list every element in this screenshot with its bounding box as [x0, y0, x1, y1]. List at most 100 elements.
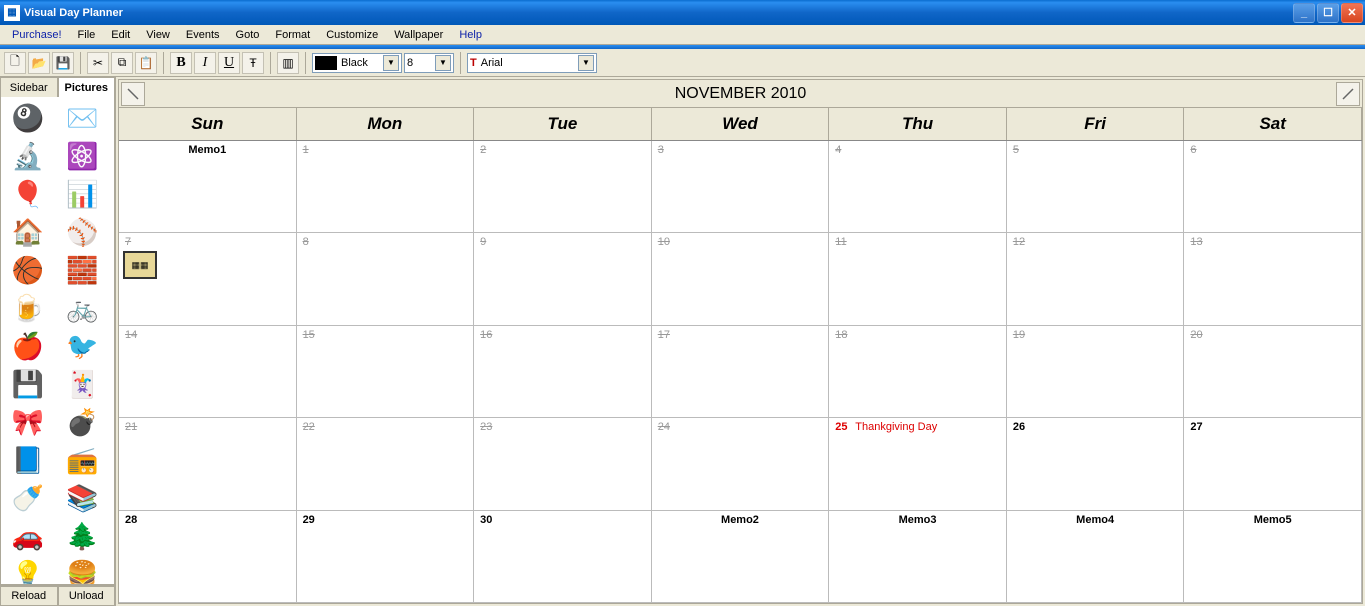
day-cell[interactable]: 11 [829, 233, 1007, 325]
day-cell[interactable]: Memo5 [1184, 511, 1362, 603]
unload-button[interactable]: Unload [58, 586, 116, 606]
underline-button[interactable]: U [218, 52, 240, 74]
clipart-item[interactable]: ⚛️ [60, 139, 106, 173]
day-cell[interactable]: 22 [297, 418, 475, 510]
clipart-item[interactable]: 🍎 [5, 329, 51, 363]
day-cell[interactable]: 3 [652, 141, 830, 233]
clipart-item[interactable]: 🍺 [5, 291, 51, 325]
clipart-item[interactable]: 📘 [5, 443, 51, 477]
day-cell[interactable]: 18 [829, 326, 1007, 418]
columns-button[interactable]: ▥ [277, 52, 299, 74]
day-cell[interactable]: 27 [1184, 418, 1362, 510]
day-cell[interactable]: 8 [297, 233, 475, 325]
day-cell[interactable]: 5 [1007, 141, 1185, 233]
day-cell[interactable]: 19 [1007, 326, 1185, 418]
minimize-button[interactable]: _ [1293, 3, 1315, 23]
open-icon[interactable]: 📂 [28, 52, 50, 74]
clipart-item[interactable]: 🧱 [60, 253, 106, 287]
maximize-button[interactable]: ☐ [1317, 3, 1339, 23]
clipart-item[interactable]: 📊 [60, 177, 106, 211]
day-number: 8 [303, 236, 309, 248]
clipart-item[interactable]: 💣 [60, 405, 106, 439]
day-cell[interactable]: 14 [119, 326, 297, 418]
prev-month-button[interactable] [121, 82, 145, 106]
clipart-item[interactable]: 📚 [60, 481, 106, 515]
save-icon[interactable]: 💾 [52, 52, 74, 74]
day-cell[interactable]: 10 [652, 233, 830, 325]
day-cell[interactable]: 13 [1184, 233, 1362, 325]
chevron-down-icon: ▼ [578, 55, 594, 71]
clipart-item[interactable]: 🎀 [5, 405, 51, 439]
menu-edit[interactable]: Edit [103, 27, 138, 43]
day-cell[interactable]: 6 [1184, 141, 1362, 233]
day-cell[interactable]: 23 [474, 418, 652, 510]
clipart-item[interactable]: 🃏 [60, 367, 106, 401]
day-header: Thu [829, 108, 1007, 140]
day-cell[interactable]: 20 [1184, 326, 1362, 418]
menu-help[interactable]: Help [451, 27, 490, 43]
clipart-item[interactable]: 🐦 [60, 329, 106, 363]
day-cell[interactable]: 9 [474, 233, 652, 325]
cut-icon[interactable]: ✂ [87, 52, 109, 74]
bold-button[interactable]: B [170, 52, 192, 74]
day-cell[interactable]: 16 [474, 326, 652, 418]
day-cell[interactable]: 7▦▦ [119, 233, 297, 325]
day-cell[interactable]: Memo3 [829, 511, 1007, 603]
menu-goto[interactable]: Goto [228, 27, 268, 43]
reload-button[interactable]: Reload [0, 586, 58, 606]
day-cell[interactable]: 26 [1007, 418, 1185, 510]
clipart-item[interactable]: 🌲 [60, 519, 106, 553]
clipart-item[interactable]: 🏀 [5, 253, 51, 287]
font-combo[interactable]: T Arial ▼ [467, 53, 597, 73]
font-style-button[interactable]: Ŧ [242, 52, 264, 74]
day-header: Fri [1007, 108, 1185, 140]
day-cell[interactable]: 2 [474, 141, 652, 233]
menu-view[interactable]: View [138, 27, 178, 43]
day-cell[interactable]: 25Thankgiving Day [829, 418, 1007, 510]
clipart-item[interactable]: 🎱 [5, 101, 51, 135]
day-cell[interactable]: Memo2 [652, 511, 830, 603]
day-cell[interactable]: Memo4 [1007, 511, 1185, 603]
next-month-button[interactable] [1336, 82, 1360, 106]
clipart-item[interactable]: 🍔 [60, 557, 106, 585]
menu-purchase[interactable]: Purchase! [4, 27, 70, 43]
day-cell[interactable]: Memo1 [119, 141, 297, 233]
menu-customize[interactable]: Customize [318, 27, 386, 43]
clipart-item[interactable]: ✉️ [60, 101, 106, 135]
italic-button[interactable]: I [194, 52, 216, 74]
day-cell[interactable]: 15 [297, 326, 475, 418]
clipart-item[interactable]: 📻 [60, 443, 106, 477]
clipart-item[interactable]: ⚾ [60, 215, 106, 249]
clipart-item[interactable]: 💡 [5, 557, 51, 585]
tab-sidebar[interactable]: Sidebar [0, 77, 58, 97]
paste-icon[interactable]: 📋 [135, 52, 157, 74]
day-cell[interactable]: 24 [652, 418, 830, 510]
chevron-down-icon: ▼ [435, 55, 451, 71]
fontsize-combo[interactable]: 8 ▼ [404, 53, 454, 73]
day-cell[interactable]: 21 [119, 418, 297, 510]
day-cell[interactable]: 12 [1007, 233, 1185, 325]
day-cell[interactable]: 30 [474, 511, 652, 603]
toolbar: 🗋 📂 💾 ✂ ⧉ 📋 B I U Ŧ ▥ Black ▼ 8 ▼ T Aria… [0, 49, 1365, 77]
day-cell[interactable]: 29 [297, 511, 475, 603]
day-cell[interactable]: 17 [652, 326, 830, 418]
menu-wallpaper[interactable]: Wallpaper [386, 27, 451, 43]
clipart-item[interactable]: 🚗 [5, 519, 51, 553]
copy-icon[interactable]: ⧉ [111, 52, 133, 74]
clipart-item[interactable]: 🏠 [5, 215, 51, 249]
menu-events[interactable]: Events [178, 27, 228, 43]
day-cell[interactable]: 1 [297, 141, 475, 233]
tab-pictures[interactable]: Pictures [58, 77, 116, 97]
new-icon[interactable]: 🗋 [4, 52, 26, 74]
clipart-item[interactable]: 🔬 [5, 139, 51, 173]
clipart-item[interactable]: 🍼 [5, 481, 51, 515]
clipart-item[interactable]: 💾 [5, 367, 51, 401]
close-button[interactable]: ✕ [1341, 3, 1363, 23]
clipart-item[interactable]: 🚲 [60, 291, 106, 325]
menu-file[interactable]: File [70, 27, 104, 43]
color-combo[interactable]: Black ▼ [312, 53, 402, 73]
clipart-item[interactable]: 🎈 [5, 177, 51, 211]
day-cell[interactable]: 28 [119, 511, 297, 603]
menu-format[interactable]: Format [267, 27, 318, 43]
day-cell[interactable]: 4 [829, 141, 1007, 233]
